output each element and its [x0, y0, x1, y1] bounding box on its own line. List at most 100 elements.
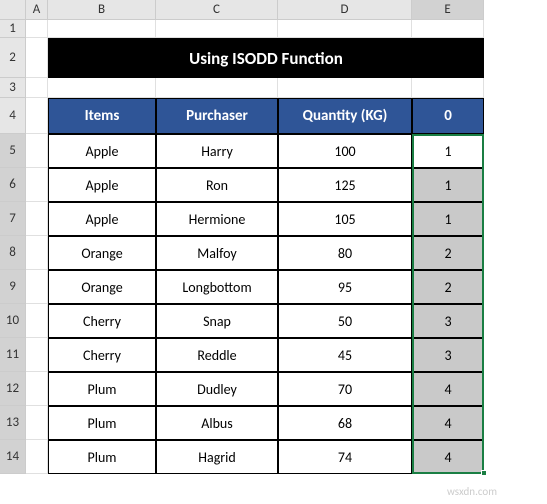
header-purchaser[interactable]: Purchaser — [156, 98, 278, 134]
cell-purchaser[interactable]: Dudley — [156, 372, 278, 406]
header-idx[interactable]: 0 — [412, 98, 484, 134]
cell-purchaser[interactable]: Ron — [156, 168, 278, 202]
cell[interactable] — [48, 78, 156, 98]
cell[interactable] — [278, 20, 412, 38]
cell-purchaser[interactable]: Albus — [156, 406, 278, 440]
row-header-3[interactable]: 3 — [0, 78, 26, 98]
row-header-5[interactable]: 5 — [0, 134, 26, 168]
table-row: AppleRon1251 — [26, 168, 484, 202]
row-header-11[interactable]: 11 — [0, 338, 26, 372]
row-headers: 1 2 3 4 5 6 7 8 9 10 11 12 13 14 — [0, 20, 26, 474]
table-row: CherrySnap503 — [26, 304, 484, 338]
header-items[interactable]: Items — [48, 98, 156, 134]
table-row: PlumHagrid744 — [26, 440, 484, 474]
cell[interactable] — [26, 202, 48, 236]
cell[interactable] — [26, 98, 48, 134]
cell-qty[interactable]: 68 — [278, 406, 412, 440]
grid-area: Using ISODD Function Items Purchaser Qua… — [26, 20, 484, 474]
col-header-a[interactable]: A — [26, 0, 48, 20]
title-cell[interactable]: Using ISODD Function — [48, 38, 484, 78]
column-headers: A B C D E — [0, 0, 547, 20]
header-quantity[interactable]: Quantity (KG) — [278, 98, 412, 134]
table-row: OrangeLongbottom952 — [26, 270, 484, 304]
cell-item[interactable]: Apple — [48, 168, 156, 202]
cell-idx[interactable]: 1 — [412, 202, 484, 236]
cell-idx[interactable]: 1 — [412, 134, 484, 168]
cell[interactable] — [26, 338, 48, 372]
row-header-2[interactable]: 2 — [0, 38, 26, 78]
cell-qty[interactable]: 105 — [278, 202, 412, 236]
cell[interactable] — [26, 236, 48, 270]
cell[interactable] — [278, 78, 412, 98]
cell-item[interactable]: Plum — [48, 372, 156, 406]
cell[interactable] — [156, 78, 278, 98]
row-header-1[interactable]: 1 — [0, 20, 26, 38]
row-header-13[interactable]: 13 — [0, 406, 26, 440]
cell-item[interactable]: Cherry — [48, 338, 156, 372]
cell[interactable] — [26, 38, 48, 78]
cell-purchaser[interactable]: Reddle — [156, 338, 278, 372]
cell-idx[interactable]: 4 — [412, 406, 484, 440]
row-header-14[interactable]: 14 — [0, 440, 26, 474]
row-header-6[interactable]: 6 — [0, 168, 26, 202]
cell[interactable] — [412, 78, 484, 98]
cell-item[interactable]: Apple — [48, 134, 156, 168]
cell-idx[interactable]: 4 — [412, 440, 484, 474]
cell[interactable] — [26, 134, 48, 168]
cell[interactable] — [26, 372, 48, 406]
cell-qty[interactable]: 50 — [278, 304, 412, 338]
select-all-corner[interactable] — [0, 0, 26, 20]
cell-qty[interactable]: 70 — [278, 372, 412, 406]
col-header-c[interactable]: C — [156, 0, 278, 20]
cell-item[interactable]: Apple — [48, 202, 156, 236]
table-row: PlumAlbus684 — [26, 406, 484, 440]
cell[interactable] — [26, 78, 48, 98]
cell-purchaser[interactable]: Snap — [156, 304, 278, 338]
col-header-d[interactable]: D — [278, 0, 412, 20]
cell-idx[interactable]: 3 — [412, 304, 484, 338]
cell-item[interactable]: Orange — [48, 270, 156, 304]
cell-item[interactable]: Cherry — [48, 304, 156, 338]
col-header-b[interactable]: B — [48, 0, 156, 20]
row-header-4[interactable]: 4 — [0, 98, 26, 134]
cell[interactable] — [26, 270, 48, 304]
cell[interactable] — [26, 304, 48, 338]
row-header-8[interactable]: 8 — [0, 236, 26, 270]
table-row: AppleHermione1051 — [26, 202, 484, 236]
cell[interactable] — [156, 20, 278, 38]
cell-item[interactable]: Orange — [48, 236, 156, 270]
row-header-10[interactable]: 10 — [0, 304, 26, 338]
cell-idx[interactable]: 3 — [412, 338, 484, 372]
cell-purchaser[interactable]: Harry — [156, 134, 278, 168]
cell-item[interactable]: Plum — [48, 406, 156, 440]
table-row: OrangeMalfoy802 — [26, 236, 484, 270]
table-row: PlumDudley704 — [26, 372, 484, 406]
cell-item[interactable]: Plum — [48, 440, 156, 474]
cell[interactable] — [26, 20, 48, 38]
cell-qty[interactable]: 45 — [278, 338, 412, 372]
row-header-12[interactable]: 12 — [0, 372, 26, 406]
cell-qty[interactable]: 125 — [278, 168, 412, 202]
cell[interactable] — [48, 20, 156, 38]
cell-idx[interactable]: 2 — [412, 270, 484, 304]
cell-idx[interactable]: 1 — [412, 168, 484, 202]
cell-qty[interactable]: 80 — [278, 236, 412, 270]
cell[interactable] — [26, 440, 48, 474]
cell-purchaser[interactable]: Hagrid — [156, 440, 278, 474]
cell-purchaser[interactable]: Hermione — [156, 202, 278, 236]
cell[interactable] — [26, 168, 48, 202]
cell-purchaser[interactable]: Longbottom — [156, 270, 278, 304]
watermark: wsxdn.com — [447, 485, 497, 498]
cell[interactable] — [412, 20, 484, 38]
table-row: CherryReddle453 — [26, 338, 484, 372]
cell-purchaser[interactable]: Malfoy — [156, 236, 278, 270]
cell-qty[interactable]: 95 — [278, 270, 412, 304]
row-header-9[interactable]: 9 — [0, 270, 26, 304]
cell-idx[interactable]: 2 — [412, 236, 484, 270]
row-header-7[interactable]: 7 — [0, 202, 26, 236]
cell-qty[interactable]: 74 — [278, 440, 412, 474]
cell-qty[interactable]: 100 — [278, 134, 412, 168]
cell-idx[interactable]: 4 — [412, 372, 484, 406]
cell[interactable] — [26, 406, 48, 440]
col-header-e[interactable]: E — [412, 0, 484, 20]
